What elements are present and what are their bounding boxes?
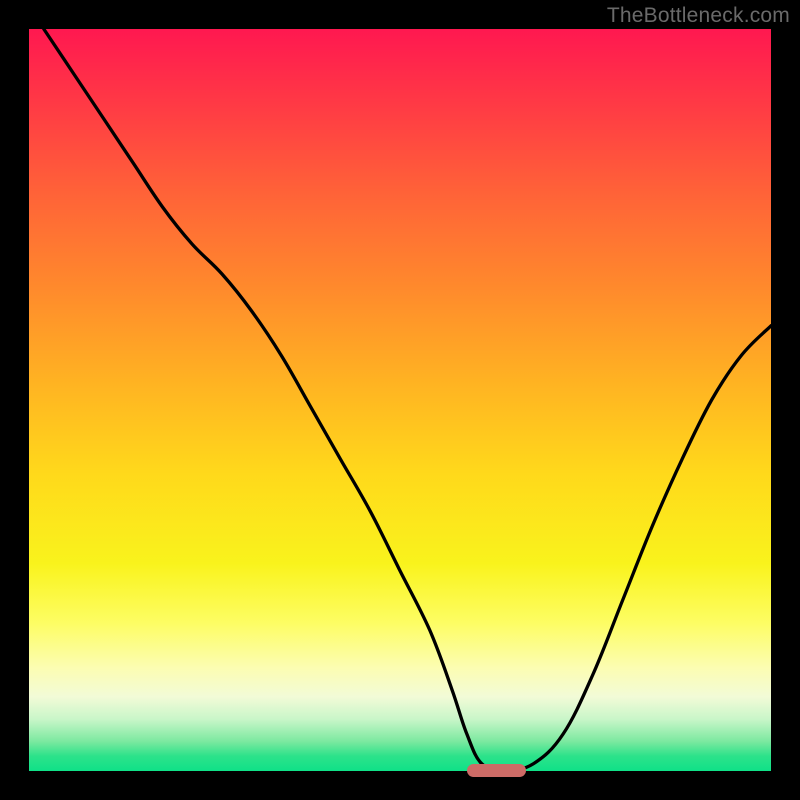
chart-frame: TheBottleneck.com [0,0,800,800]
optimum-marker [467,764,526,777]
plot-area [29,29,771,771]
watermark-text: TheBottleneck.com [607,4,790,28]
curve-svg [29,29,771,771]
bottleneck-curve-path [44,29,771,771]
